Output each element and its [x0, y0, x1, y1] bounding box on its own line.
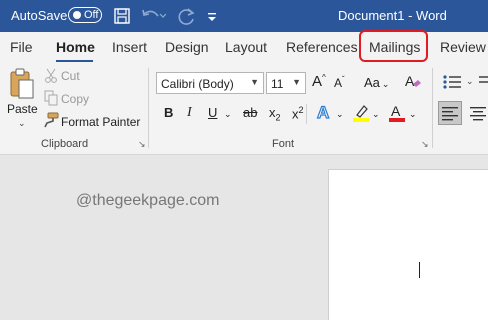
subscript-button[interactable]: x2: [269, 105, 281, 123]
align-left-icon[interactable]: [438, 101, 462, 125]
tab-home[interactable]: Home: [56, 39, 95, 55]
text-cursor: [419, 262, 420, 278]
change-case-label: Aa: [364, 75, 380, 90]
title-bar: AutoSave Off Document1 - Word: [0, 0, 488, 32]
mailings-highlight-box: [359, 30, 428, 62]
font-name-combo[interactable]: Calibri (Body) ▼: [156, 72, 264, 94]
dialog-launcher-icon[interactable]: ↘: [421, 139, 429, 150]
chevron-down-icon: ⌄: [381, 79, 390, 89]
cut-icon: [44, 68, 58, 89]
document-page[interactable]: [328, 169, 488, 320]
italic-button[interactable]: I: [187, 105, 192, 121]
toggle-knob: [73, 11, 81, 19]
chevron-down-icon: ▼: [250, 77, 259, 87]
chevron-down-icon: ▼: [292, 77, 301, 87]
autosave-state: Off: [84, 9, 99, 21]
cut-button[interactable]: Cut: [61, 69, 80, 83]
format-painter-icon: [43, 112, 59, 133]
font-color-icon[interactable]: A: [388, 102, 406, 129]
chevron-down-icon[interactable]: ⌄: [372, 109, 380, 120]
dialog-launcher-icon[interactable]: ↘: [138, 139, 146, 150]
save-icon[interactable]: [113, 6, 131, 26]
font-size-combo[interactable]: 11 ▼: [266, 72, 306, 94]
chevron-down-icon[interactable]: ⌄: [466, 76, 474, 87]
customize-qat-icon[interactable]: [206, 6, 218, 26]
tab-file[interactable]: File: [10, 39, 33, 55]
paste-button[interactable]: Paste ⌄: [6, 66, 38, 128]
document-title: Document1 - Word: [338, 8, 447, 23]
ribbon: Paste ⌄ Cut Copy Format Painter Clipboar…: [0, 62, 488, 155]
bold-button[interactable]: B: [164, 105, 173, 120]
chevron-down-icon[interactable]: ⌄: [224, 109, 232, 120]
watermark-text: @thegeekpage.com: [76, 192, 220, 209]
document-canvas: @thegeekpage.com: [0, 155, 488, 320]
numbering-icon[interactable]: [479, 72, 488, 97]
undo-icon[interactable]: [140, 6, 167, 26]
tab-design[interactable]: Design: [165, 39, 209, 55]
paste-icon: [8, 68, 36, 105]
svg-text:A: A: [405, 73, 415, 89]
group-separator: [148, 68, 149, 148]
bullets-icon[interactable]: [442, 72, 462, 97]
underline-button[interactable]: U: [208, 105, 217, 120]
grow-font-icon[interactable]: A^: [312, 73, 326, 90]
shrink-font-icon[interactable]: Aˇ: [334, 75, 345, 90]
tab-insert[interactable]: Insert: [112, 39, 147, 55]
highlight-icon[interactable]: [352, 102, 370, 129]
separator: [306, 104, 307, 124]
superscript-mark: 2: [298, 105, 304, 115]
align-center-icon[interactable]: [468, 102, 488, 129]
autosave-label: AutoSave: [11, 8, 68, 23]
chevron-down-icon[interactable]: ⌄: [336, 109, 344, 120]
font-size-value: 11: [271, 77, 284, 91]
tab-layout[interactable]: Layout: [225, 39, 267, 55]
font-group-label: Font: [272, 138, 295, 150]
clipboard-group-label: Clipboard: [41, 138, 89, 150]
change-case-button[interactable]: Aa ⌄: [364, 75, 389, 90]
svg-text:A: A: [391, 103, 401, 119]
copy-icon: [44, 90, 58, 111]
format-painter-button[interactable]: Format Painter: [61, 115, 140, 129]
chevron-down-icon[interactable]: ⌄: [409, 109, 417, 120]
autosave-toggle[interactable]: Off: [68, 7, 102, 23]
clear-formatting-icon[interactable]: A: [404, 72, 422, 97]
paste-label: Paste: [7, 102, 38, 116]
copy-button[interactable]: Copy: [61, 92, 89, 106]
subscript-mark: 2: [275, 112, 281, 123]
group-separator: [432, 68, 433, 148]
superscript-button[interactable]: x2: [292, 105, 304, 121]
paste-dropdown-icon: ⌄: [18, 118, 26, 128]
text-effects-icon[interactable]: A: [316, 102, 334, 127]
strikethrough-button[interactable]: ab: [243, 105, 257, 120]
svg-text:A: A: [317, 103, 329, 122]
redo-icon[interactable]: [176, 6, 196, 26]
tab-references[interactable]: References: [286, 39, 358, 55]
font-name-value: Calibri (Body): [161, 77, 234, 91]
tab-review[interactable]: Review: [440, 39, 486, 55]
